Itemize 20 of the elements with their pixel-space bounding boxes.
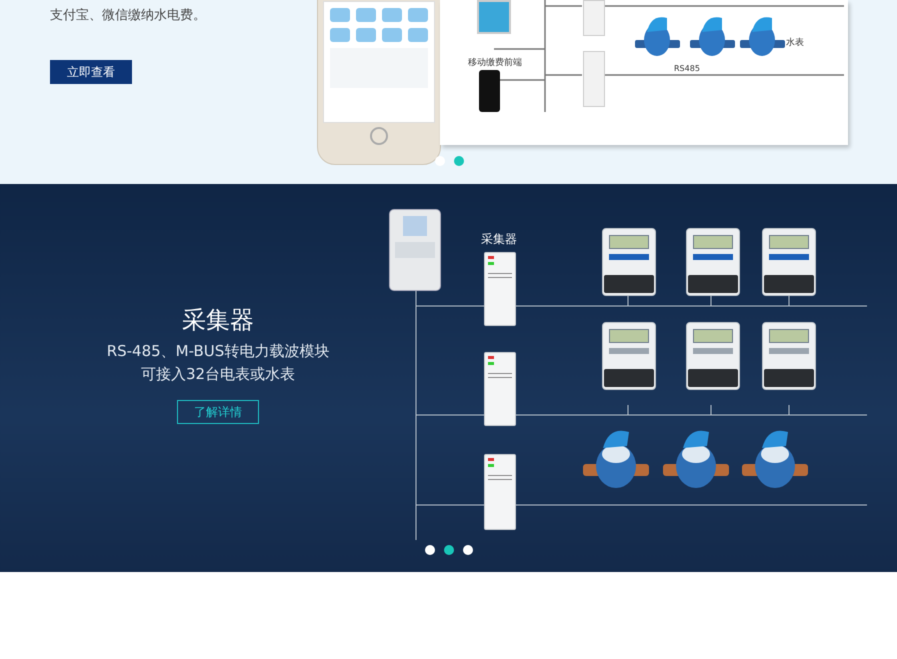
- electric-meter-drawing: [602, 322, 656, 390]
- electric-meter-drawing: [762, 228, 816, 296]
- diagram-label: 采集器: [481, 231, 517, 248]
- monitor-drawing: [477, 0, 511, 34]
- electric-meter-drawing: [762, 322, 816, 390]
- electric-meter-drawing: [686, 322, 740, 390]
- electric-meter-drawing: [686, 228, 740, 296]
- learn-more-button[interactable]: 了解详情: [177, 400, 259, 424]
- diagram-label: RS485: [674, 63, 700, 75]
- description-text: 支付宝、微信缴纳水电费。: [50, 7, 206, 25]
- collector-device-drawing: [583, 51, 605, 107]
- diagram-label: 水表: [786, 37, 804, 50]
- feature-text: RS-485、M-BUS转电力载波模块: [106, 341, 330, 362]
- view-now-button[interactable]: 立即查看: [50, 60, 132, 84]
- collector-device-drawing: [583, 0, 605, 36]
- section-title: 采集器: [182, 305, 254, 336]
- mobile-phone-drawing: [479, 70, 500, 112]
- feature-text: 可接入32台电表或水表: [140, 364, 296, 385]
- diagram-label: 移动缴费前端: [468, 57, 522, 70]
- electric-meter-drawing: [602, 228, 656, 296]
